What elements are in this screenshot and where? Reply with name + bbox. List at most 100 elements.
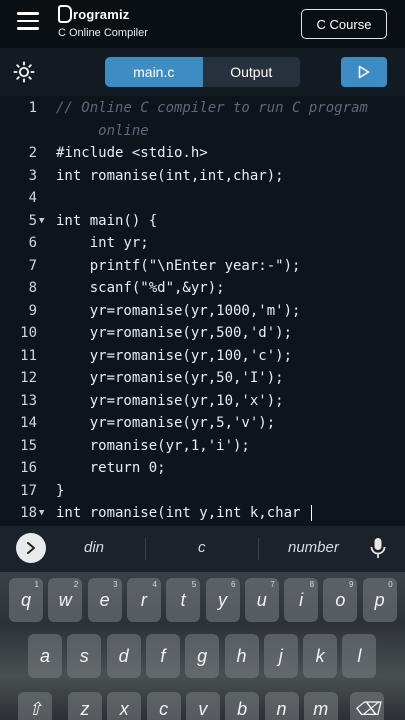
key-p[interactable]: p0: [362, 578, 397, 622]
code-text: int romanise(int y,int k,char: [56, 502, 313, 524]
code-text: romanise(yr,1,'i');: [56, 435, 250, 457]
key-r[interactable]: r4: [126, 578, 161, 622]
code-editor[interactable]: 1 // Online C compiler to run C program o…: [0, 96, 405, 526]
suggestion-3[interactable]: number: [288, 539, 339, 556]
key-c[interactable]: c: [146, 692, 181, 720]
suggestion-2[interactable]: c: [198, 539, 206, 556]
key-label: d: [118, 645, 129, 666]
line-number: 5: [28, 212, 37, 229]
code-line[interactable]: 12 yr=romanise(yr,50,'I');: [0, 367, 405, 389]
run-button[interactable]: [341, 57, 387, 87]
key-h[interactable]: h: [224, 634, 259, 678]
code-line[interactable]: 17}: [0, 480, 405, 502]
code-line[interactable]: 2 #include <stdio.h>: [0, 142, 405, 164]
hamburger-menu-icon[interactable]: [17, 12, 39, 30]
code-line[interactable]: 13 yr=romanise(yr,10,'x');: [0, 390, 405, 412]
code-text: yr=romanise(yr,50,'I');: [56, 367, 284, 389]
key-hint: 6: [231, 580, 236, 589]
key-f[interactable]: f: [145, 634, 180, 678]
c-course-button[interactable]: C Course: [301, 9, 387, 39]
key-w[interactable]: w2: [48, 578, 83, 622]
line-number: 4: [28, 190, 37, 206]
key-hint: 2: [73, 580, 79, 589]
key-n[interactable]: n: [264, 692, 299, 720]
key-label: e: [99, 589, 110, 610]
line-number: 2: [28, 145, 37, 161]
code-text: yr=romanise(yr,5,'v');: [56, 412, 275, 434]
key-x[interactable]: x: [107, 692, 142, 720]
code-text: scanf("%d",&yr);: [56, 277, 225, 299]
line-number: 10: [20, 325, 37, 341]
line-number: 7: [28, 257, 37, 274]
tab-output[interactable]: Output: [202, 57, 300, 87]
code-line[interactable]: 15 romanise(yr,1,'i');: [0, 435, 405, 457]
key-m[interactable]: m: [303, 692, 338, 720]
app-header: rogramiz C Online Compiler C Course: [0, 0, 405, 48]
key-d[interactable]: d: [106, 634, 141, 678]
key-t[interactable]: t5: [166, 578, 201, 622]
code-token: scanf("%d",&yr);: [56, 280, 225, 296]
code-line[interactable]: 1 // Online C compiler to run C program: [0, 97, 405, 119]
key-label: x: [119, 698, 129, 719]
programiz-logo[interactable]: rogramiz: [58, 5, 130, 23]
key-v[interactable]: v: [185, 692, 220, 720]
key-g[interactable]: g: [185, 634, 220, 678]
code-line[interactable]: 14 yr=romanise(yr,5,'v');: [0, 412, 405, 434]
key-hint: 8: [309, 580, 315, 589]
fold-arrow-icon[interactable]: ▼: [39, 502, 44, 524]
code-line[interactable]: online: [0, 120, 405, 142]
code-text: return 0;: [56, 457, 166, 479]
key-o[interactable]: o9: [323, 578, 358, 622]
key-s[interactable]: s: [67, 634, 102, 678]
key-y[interactable]: y6: [205, 578, 240, 622]
code-line[interactable]: 6 int yr;: [0, 232, 405, 254]
key-a[interactable]: a: [28, 634, 62, 678]
code-line[interactable]: 11 yr=romanise(yr,100,'c');: [0, 345, 405, 367]
key-e[interactable]: e3: [87, 578, 122, 622]
code-line[interactable]: 18 ▼ int romanise(int y,int k,char: [0, 502, 405, 524]
code-text: online: [56, 120, 149, 142]
key-b[interactable]: b: [225, 692, 260, 720]
key-l[interactable]: l: [342, 634, 377, 678]
key-q[interactable]: q1: [9, 578, 43, 622]
logo-text: rogramiz: [73, 6, 130, 22]
tab-main-c[interactable]: main.c: [105, 57, 203, 87]
key-z[interactable]: z: [68, 692, 102, 720]
line-number: 8: [28, 280, 37, 296]
backspace-key[interactable]: ⌫: [350, 692, 384, 720]
code-token: int romanise(int,int,char);: [56, 167, 284, 184]
key-hint: 4: [152, 580, 157, 589]
line-number: 1: [28, 100, 37, 116]
file-tabs: main.c Output: [105, 57, 300, 87]
code-line[interactable]: 3 int romanise(int,int,char);: [0, 165, 405, 187]
expand-toolbar-button[interactable]: [16, 533, 46, 563]
fold-arrow-icon[interactable]: ▼: [39, 210, 44, 232]
code-line[interactable]: 10 yr=romanise(yr,500,'d');: [0, 322, 405, 344]
microphone-icon[interactable]: [370, 537, 386, 559]
key-u[interactable]: u7: [244, 578, 279, 622]
code-token: yr=romanise(yr,1000,'m');: [56, 302, 301, 319]
line-number: 9: [28, 302, 37, 319]
code-token: yr=romanise(yr,5,'v');: [56, 415, 276, 431]
code-token: #include <stdio.h>: [56, 145, 208, 161]
code-line[interactable]: 8 scanf("%d",&yr);: [0, 277, 405, 299]
key-hint: 1: [34, 580, 39, 589]
key-label: y: [218, 589, 227, 610]
suggestion-1[interactable]: din: [84, 539, 104, 556]
key-i[interactable]: i8: [284, 578, 319, 622]
code-line[interactable]: 9 yr=romanise(yr,1000,'m');: [0, 300, 405, 322]
code-token: int main() {: [56, 212, 158, 229]
code-line[interactable]: 16 return 0;: [0, 457, 405, 479]
code-line[interactable]: 4: [0, 187, 405, 209]
key-j[interactable]: j: [263, 634, 298, 678]
code-line[interactable]: 7 printf("\nEnter year:-");: [0, 255, 405, 277]
code-line[interactable]: 5 ▼ int main() {: [0, 210, 405, 232]
theme-toggle-sun-icon[interactable]: [13, 61, 35, 83]
key-hint: 0: [388, 580, 393, 589]
key-label: r: [140, 589, 147, 610]
keyboard-suggestion-bar: din c number: [0, 526, 405, 572]
suggestion-divider: [258, 538, 259, 560]
text-cursor: [310, 505, 313, 521]
key-k[interactable]: k: [303, 634, 338, 678]
shift-key[interactable]: ⇧: [18, 692, 52, 720]
